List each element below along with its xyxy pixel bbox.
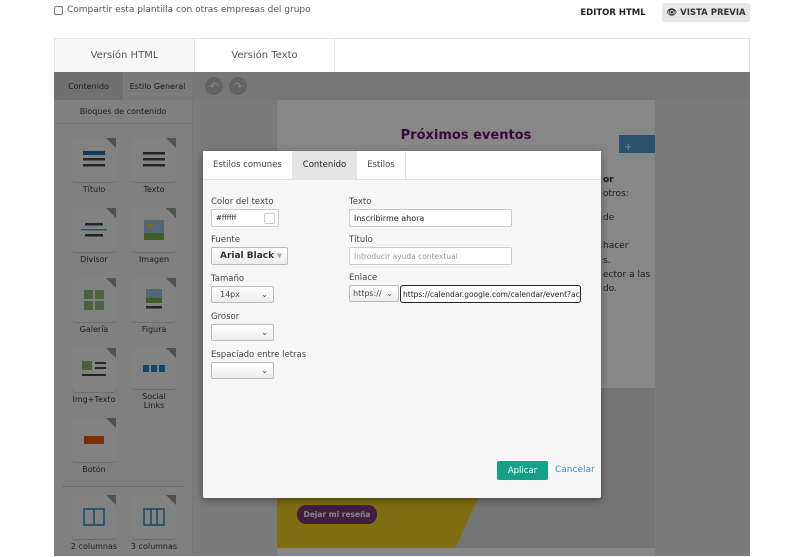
chevron-down-icon: ⌄ bbox=[386, 289, 393, 298]
title-label: Título bbox=[349, 235, 373, 245]
chevron-down-icon: ⌄ bbox=[261, 290, 268, 299]
spacing-label: Espaciado entre letras bbox=[211, 350, 307, 360]
font-select[interactable]: Arial Black ▼ bbox=[211, 247, 288, 265]
protocol-select[interactable]: https://⌄ bbox=[349, 285, 399, 302]
cancel-link[interactable]: Cancelar bbox=[555, 465, 595, 475]
color-swatch[interactable] bbox=[264, 212, 275, 224]
editor-html-button[interactable]: EDITOR HTML bbox=[574, 4, 652, 22]
title-input[interactable]: Introducir ayuda contextual bbox=[349, 247, 512, 265]
link-label: Enlace bbox=[349, 273, 378, 283]
tab-common-styles[interactable]: Estilos comunes bbox=[203, 151, 293, 179]
caret-down-icon: ▼ bbox=[276, 252, 282, 260]
size-select[interactable]: 14px ⌄ bbox=[211, 286, 274, 303]
apply-button[interactable]: Aplicar bbox=[497, 461, 548, 480]
share-template-checkbox[interactable]: Compartir esta plantilla con otras empre… bbox=[54, 5, 311, 15]
eye-icon: 👁 bbox=[666, 7, 678, 18]
spacing-select[interactable]: ⌄ bbox=[211, 362, 274, 379]
color-label: Color del texto bbox=[211, 197, 274, 207]
size-label: Tamaño bbox=[211, 274, 245, 284]
tab-text-version[interactable]: Versión Texto bbox=[195, 39, 335, 72]
color-field[interactable]: #ffffff bbox=[211, 209, 279, 227]
link-input[interactable]: https://calendar.google.com/calendar/eve… bbox=[400, 285, 581, 303]
button-settings-modal: Estilos comunes Contenido Estilos Color … bbox=[203, 151, 601, 498]
text-label: Texto bbox=[349, 197, 372, 207]
weight-select[interactable]: ⌄ bbox=[211, 324, 274, 341]
chevron-down-icon: ⌄ bbox=[261, 366, 268, 375]
tab-content[interactable]: Contenido bbox=[292, 151, 358, 179]
font-label: Fuente bbox=[211, 235, 240, 245]
checkbox[interactable] bbox=[54, 5, 63, 15]
tab-html-version[interactable]: Versión HTML bbox=[55, 39, 195, 72]
weight-label: Grosor bbox=[211, 312, 240, 322]
version-tabs: Versión HTML Versión Texto bbox=[54, 38, 750, 73]
tab-styles[interactable]: Estilos bbox=[357, 151, 406, 179]
chevron-down-icon: ⌄ bbox=[261, 328, 268, 337]
preview-button[interactable]: 👁 VISTA PREVIA bbox=[662, 3, 750, 22]
text-input[interactable]: Inscribirme ahora bbox=[349, 209, 512, 227]
